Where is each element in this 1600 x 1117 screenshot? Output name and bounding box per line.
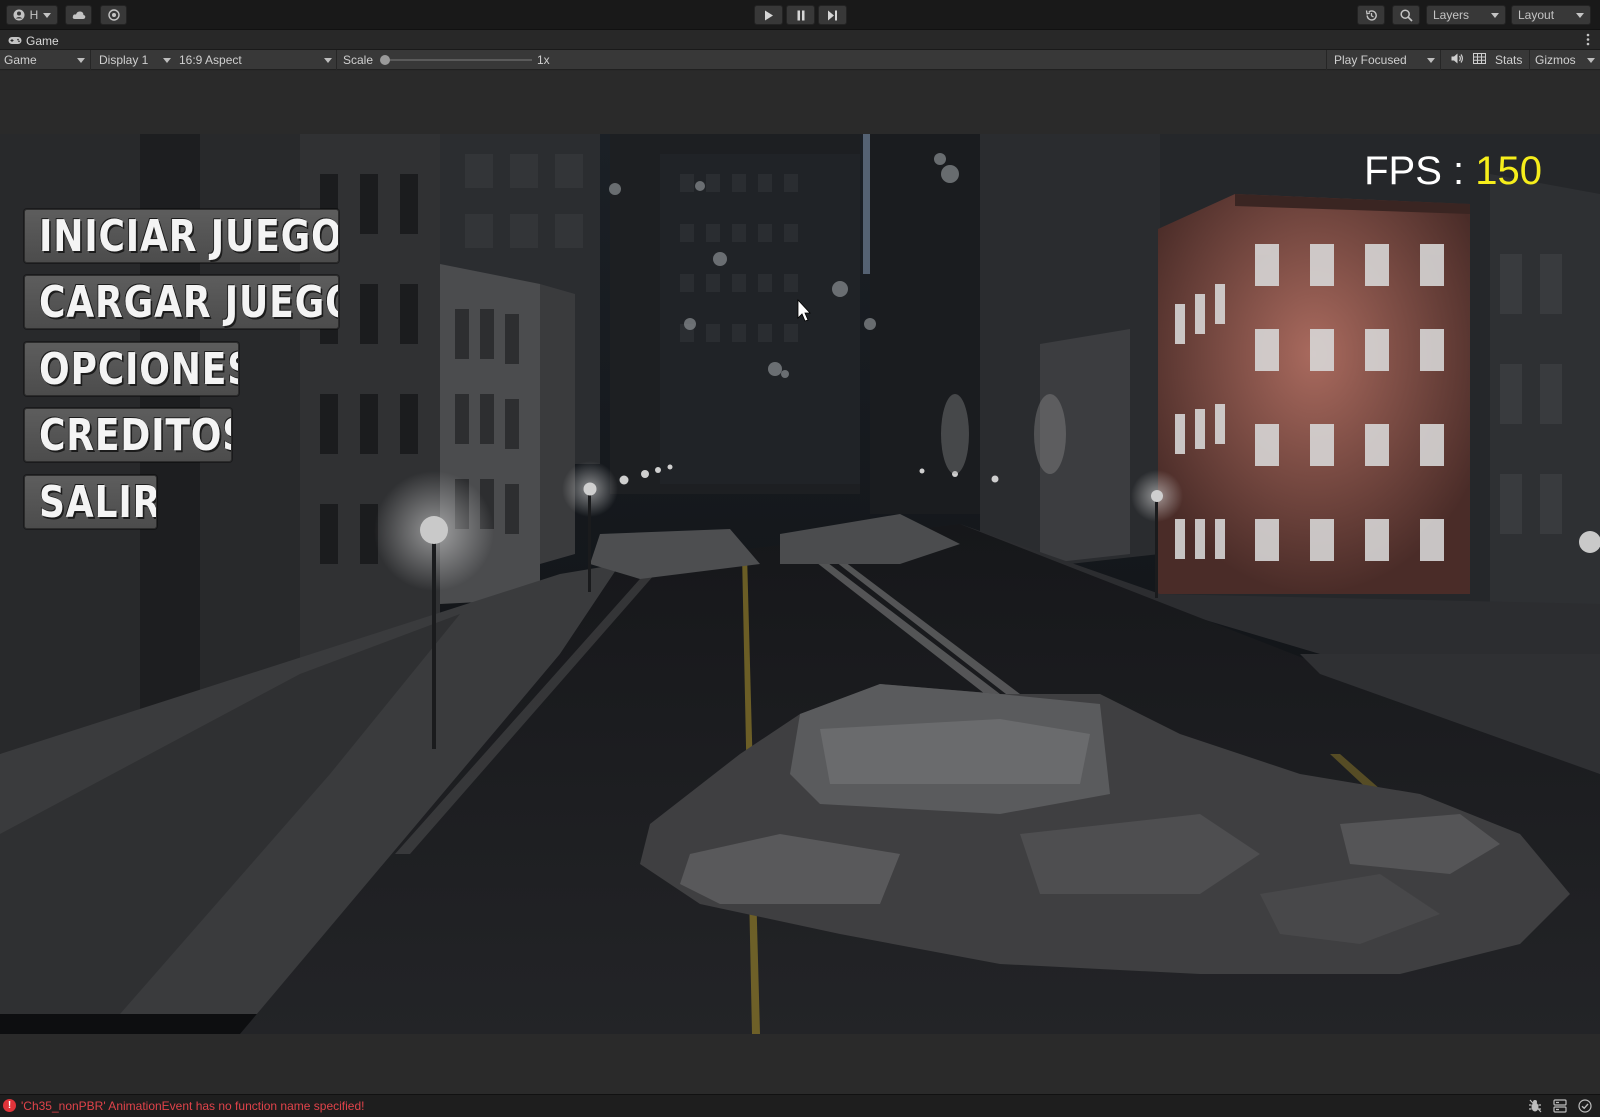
layers-dropdown[interactable]: Layers <box>1426 5 1506 25</box>
aspect-select-value: 16:9 Aspect <box>179 53 242 67</box>
divider <box>90 50 91 70</box>
chevron-down-icon <box>1587 58 1595 63</box>
error-icon: ! <box>3 1099 16 1112</box>
speaker-icon <box>1451 53 1464 67</box>
fps-value: 150 <box>1475 149 1542 193</box>
stats-label: Stats <box>1495 53 1523 67</box>
load-game-label: CARGAR JUEGO <box>39 276 339 328</box>
scale-label: Scale <box>343 50 373 70</box>
layout-dropdown[interactable]: Layout <box>1511 5 1591 25</box>
view-select-value: Game <box>4 53 37 67</box>
view-select[interactable]: Game <box>4 50 88 70</box>
tab-game[interactable]: Game <box>0 31 59 50</box>
more-options-icon[interactable] <box>1586 33 1590 49</box>
chevron-down-icon <box>324 58 332 63</box>
start-game-label: INICIAR JUEGO <box>39 210 339 262</box>
city-street-scene <box>0 134 1600 1034</box>
console-status-bar[interactable]: ! 'Ch35_nonPBR' AnimationEvent has no fu… <box>0 1094 1600 1117</box>
grid-icon <box>1472 53 1486 67</box>
history-icon <box>1365 9 1378 22</box>
gizmos-label: Gizmos <box>1535 53 1576 67</box>
scale-value-text: 1x <box>537 53 550 67</box>
cloud-icon <box>72 10 86 20</box>
search-icon <box>1399 8 1413 22</box>
network-icon[interactable] <box>1553 1099 1567 1113</box>
window-tab-bar: Game <box>0 31 1600 50</box>
history-button[interactable] <box>1357 5 1385 25</box>
chevron-down-icon <box>77 58 85 63</box>
play-icon <box>764 10 774 21</box>
divider <box>336 50 337 70</box>
start-game-button[interactable]: INICIAR JUEGO <box>24 209 339 263</box>
cloud-button[interactable] <box>65 5 92 25</box>
options-button[interactable]: OPCIONES <box>24 342 239 396</box>
chevron-down-icon <box>1427 58 1435 63</box>
gizmos-button[interactable]: Gizmos <box>1535 50 1576 70</box>
game-scene[interactable]: INICIAR JUEGO CARGAR JUEGO OPCIONES CRED… <box>0 134 1600 1034</box>
mute-audio-toggle[interactable] <box>1447 50 1467 70</box>
fps-label: FPS : <box>1364 149 1465 193</box>
account-dropdown[interactable]: H <box>6 5 58 25</box>
scale-value: 1x <box>537 50 550 70</box>
main-toolbar: H Layers Layout <box>0 0 1600 30</box>
play-button[interactable] <box>754 5 783 25</box>
display-select-value: Display 1 <box>99 53 149 67</box>
divider <box>1326 50 1327 70</box>
exit-button[interactable]: SALIR <box>24 475 157 529</box>
account-label: H <box>29 8 39 22</box>
layers-label: Layers <box>1433 8 1470 22</box>
aspect-select[interactable]: 16:9 Aspect <box>179 50 335 70</box>
debug-bug-icon[interactable] <box>1528 1099 1542 1113</box>
exit-label: SALIR <box>39 476 157 528</box>
display-select[interactable]: Display 1 <box>99 50 171 70</box>
scale-slider-handle[interactable] <box>380 55 390 65</box>
chevron-down-icon <box>1576 12 1584 18</box>
layout-label: Layout <box>1518 8 1555 22</box>
options-label: OPCIONES <box>39 343 239 395</box>
stats-button[interactable]: Stats <box>1495 50 1522 70</box>
collab-button[interactable] <box>100 5 127 25</box>
fps-counter: FPS : 150 <box>1364 149 1542 194</box>
chevron-down-icon <box>163 58 171 63</box>
scale-slider-track[interactable] <box>384 59 532 61</box>
credits-button[interactable]: CREDITOS <box>24 408 232 462</box>
collab-icon <box>107 9 120 21</box>
scale-label-text: Scale <box>343 53 374 67</box>
console-error-message[interactable]: 'Ch35_nonPBR' AnimationEvent has no func… <box>21 1099 364 1113</box>
chevron-down-icon <box>1491 12 1499 18</box>
gamepad-icon <box>8 34 22 48</box>
divider <box>1529 50 1530 70</box>
stats-overlay-toggle[interactable] <box>1469 50 1489 70</box>
pause-button[interactable] <box>786 5 815 25</box>
load-game-button[interactable]: CARGAR JUEGO <box>24 275 339 329</box>
pause-icon <box>796 10 806 21</box>
chevron-down-icon <box>42 12 51 18</box>
step-button[interactable] <box>818 5 847 25</box>
tab-title: Game <box>26 33 59 48</box>
play-mode-select-value: Play Focused <box>1334 53 1407 67</box>
credits-label: CREDITOS <box>39 409 232 461</box>
account-icon <box>13 9 25 21</box>
divider <box>1440 50 1441 70</box>
step-icon <box>827 10 838 21</box>
checkmark-icon[interactable] <box>1578 1099 1592 1113</box>
game-view-controls: Game Display 1 16:9 Aspect Scale 1x Play… <box>0 50 1600 70</box>
search-button[interactable] <box>1392 5 1420 25</box>
play-mode-select[interactable]: Play Focused <box>1334 50 1438 70</box>
